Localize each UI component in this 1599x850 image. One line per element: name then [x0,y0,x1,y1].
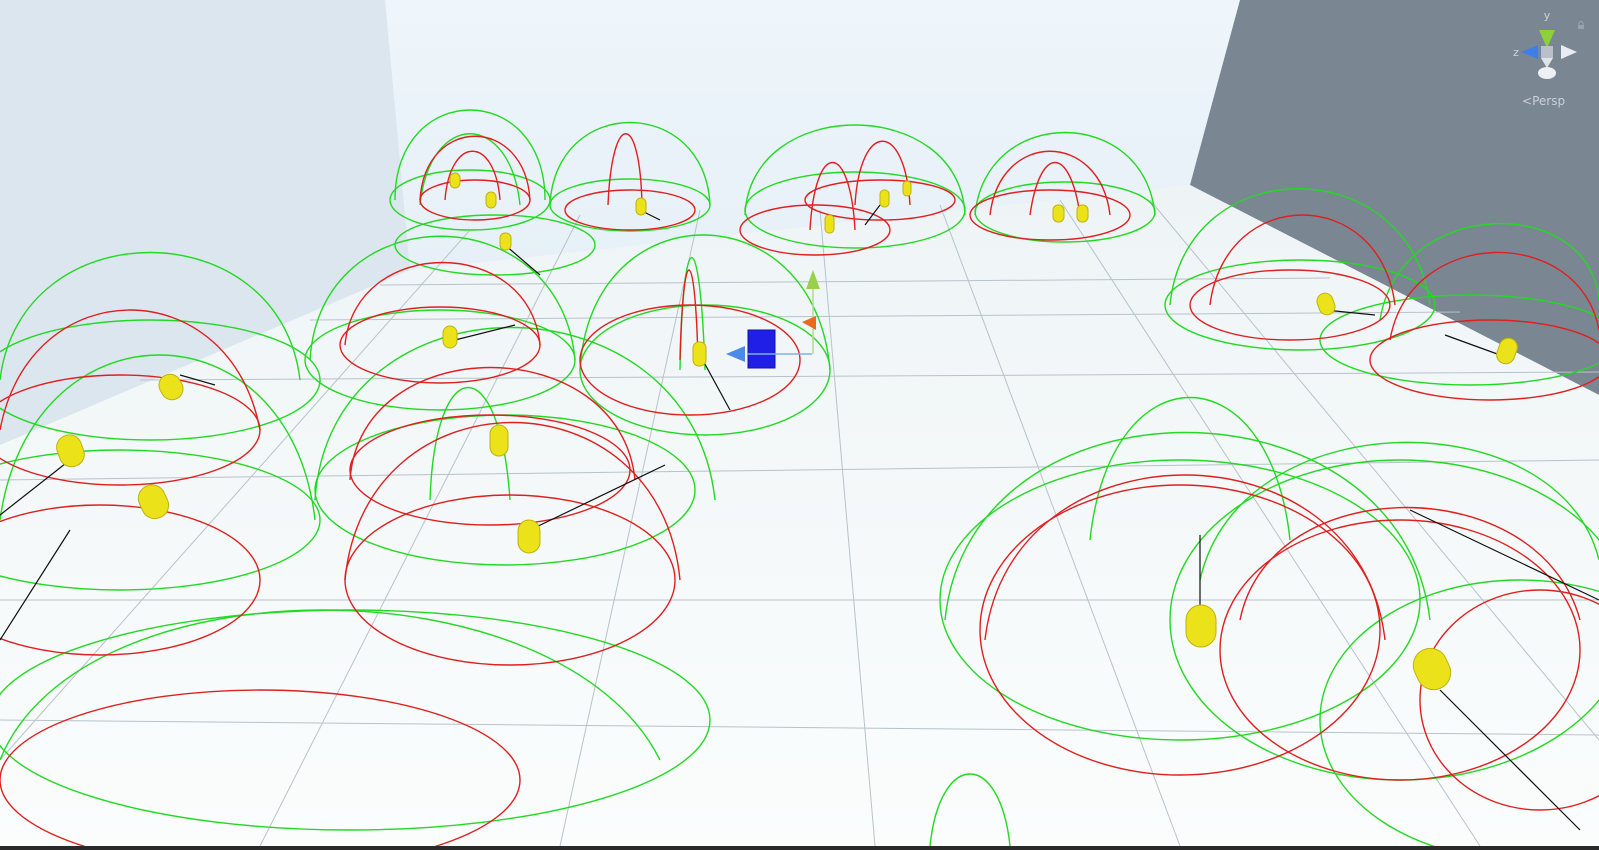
agent-capsule [499,232,512,251]
lock-icon[interactable] [1577,14,1585,29]
gizmo-y-label: y [1544,9,1551,22]
target-cube [747,329,776,369]
agent-capsule [449,172,461,189]
persp-arrow-icon: < [1522,94,1533,108]
agent-capsule [1052,204,1065,223]
agent-capsule [1185,604,1217,648]
agent-capsule [692,341,707,367]
agent-capsule [489,424,509,457]
agent-capsule [517,519,541,554]
scene-viewport[interactable]: y z <Persp [0,0,1599,850]
agent-capsule [824,214,835,234]
agent-capsule [485,191,497,209]
scene-canvas[interactable]: y z [0,0,1599,850]
projection-toggle[interactable]: <Persp [1522,94,1565,108]
agent-capsule [635,197,647,216]
agent-capsule [902,180,912,197]
gizmo-z-label: z [1513,46,1519,59]
agent-capsule [879,189,890,208]
agent-capsule [1076,204,1089,223]
projection-label: Persp [1532,94,1566,108]
agent-capsule [442,325,458,349]
viewport-bottom-edge [0,846,1599,850]
